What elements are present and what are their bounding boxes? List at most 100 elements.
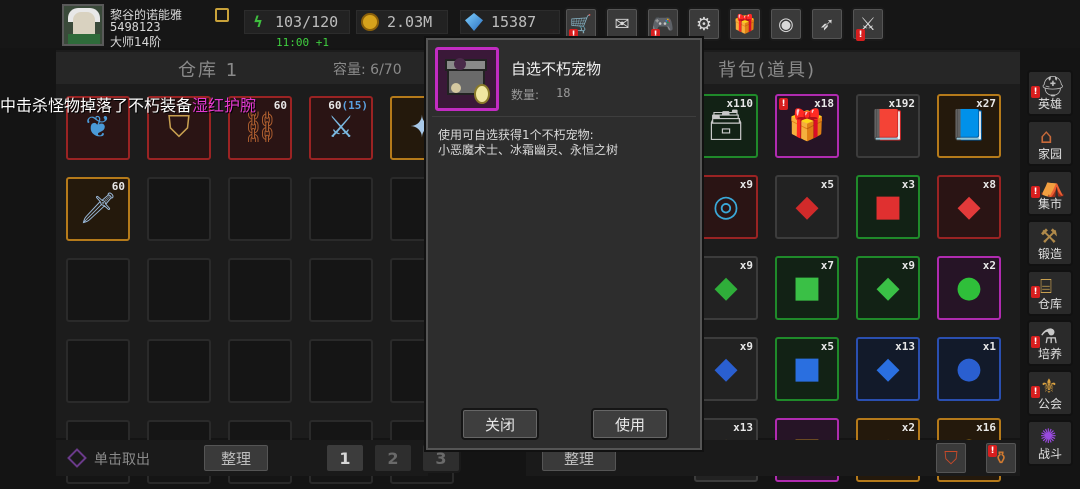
mail-button[interactable]: ✉ (605, 7, 639, 41)
alert-badge: ! (779, 98, 788, 110)
warehouse-slot-empty[interactable] (147, 177, 211, 241)
green-gem-icon: ◆ (714, 270, 738, 305)
item-count: x9 (901, 259, 915, 272)
warehouse-slot-empty[interactable] (147, 258, 211, 322)
warehouse-slot-empty[interactable] (66, 339, 130, 403)
bag-slot-item[interactable]: ◆ x9 (856, 256, 920, 320)
feather-icon: ➶ (819, 13, 835, 35)
gear-icon: ⚙ (695, 13, 713, 35)
close-button[interactable]: 关闭 (461, 408, 539, 440)
bag-slot-item[interactable]: ◆ x5 (775, 175, 839, 239)
alert-badge: ! (1031, 336, 1040, 348)
side-nav-portal[interactable]: ✺ 战斗 (1027, 420, 1073, 466)
pet-box-icon (435, 47, 499, 111)
feather-button[interactable]: ➶ (810, 7, 844, 41)
alert-badge: ! (1031, 186, 1040, 198)
anvil-icon: ⚒ (1040, 224, 1058, 248)
item-count: x13 (895, 340, 915, 353)
bag-slot-item[interactable]: ◆ x9 (694, 337, 758, 401)
quick-slot-button[interactable]: ⚱! (984, 441, 1018, 475)
warehouse-slot-empty[interactable] (228, 258, 292, 322)
item-count: x7 (820, 259, 834, 272)
bag-slot-item[interactable]: ◆ x9 (694, 256, 758, 320)
blue-gem-icon: ◆ (714, 351, 738, 386)
bag-slot-item[interactable]: ■ x7 (775, 256, 839, 320)
edit-name-icon[interactable] (215, 8, 229, 22)
side-nav-training[interactable]: ⚗ 培养! (1027, 320, 1073, 366)
tome-icon: 📘 (950, 108, 988, 143)
page-button-2[interactable]: 2 (373, 443, 413, 473)
green-orb-icon: ● (955, 270, 983, 305)
item-count: x16 (976, 421, 996, 434)
player-avatar[interactable] (62, 4, 104, 46)
bag-slot-item[interactable]: ◎ x9 (694, 175, 758, 239)
side-nav-warehouse[interactable]: ⌸ 仓库! (1027, 270, 1073, 316)
market-icon: ⛺ (1040, 174, 1065, 198)
portal-icon: ✺ (1040, 424, 1057, 448)
red-diamond-icon: ◆ (957, 189, 981, 224)
mail-icon: ✉ (614, 13, 630, 35)
side-nav-helmet[interactable]: ⛑ 英雄! (1027, 70, 1073, 116)
gem-icon (465, 13, 483, 31)
blue-cube-icon: ■ (792, 351, 822, 386)
item-count: x192 (888, 97, 916, 110)
side-nav-anvil[interactable]: ⚒ 锻造 (1027, 220, 1073, 266)
modal-divider (432, 116, 696, 117)
quick-slot-button[interactable]: ⛉ (934, 441, 968, 475)
bag-title: 背包(道具) (718, 60, 817, 81)
warehouse-slot-empty[interactable] (147, 339, 211, 403)
red-gem-icon: ◆ (795, 189, 819, 224)
swords-button[interactable]: ⚔! (851, 7, 885, 41)
shop-button[interactable]: 🛒! (564, 7, 598, 41)
warehouse-slot-empty[interactable] (228, 177, 292, 241)
gift-icon: 🎁 (733, 13, 757, 35)
gift-button[interactable]: 🎁 (728, 7, 762, 41)
bag-slot-item[interactable]: ■ x3 (856, 175, 920, 239)
notice-text: 中击杀怪物掉落了不朽装备 (0, 96, 193, 115)
warehouse-slot-item[interactable]: ⚔ 60(15) (309, 96, 373, 160)
side-nav-label: 家园 (1037, 147, 1062, 161)
energy-value: 103/120 (275, 13, 339, 31)
item-count: x110 (726, 97, 754, 110)
bag-slot-item[interactable]: ◆ x8 (937, 175, 1001, 239)
bag-slot-item[interactable]: ● x1 (937, 337, 1001, 401)
warehouse-sort-button[interactable]: 整理 (202, 443, 270, 473)
alert-badge: ! (988, 445, 997, 457)
page-button-1[interactable]: 1 (325, 443, 365, 473)
wheel-button[interactable]: ◉ (769, 7, 803, 41)
bag-slot-item[interactable]: 📘 x27 (937, 94, 1001, 158)
wing-icon: ❦ (85, 110, 111, 145)
gamepad-button[interactable]: 🎮! (646, 7, 680, 41)
bag-slot-item[interactable]: 🎁 x18! (775, 94, 839, 158)
modal-description: 使用可自选获得1个不朽宠物: 小恶魔术士、冰霜幽灵、永恒之树 (438, 128, 693, 158)
notice-item-name[interactable]: 湿红护腕 (192, 96, 256, 115)
alert-badge: ! (1031, 386, 1040, 398)
warehouse-slot-empty[interactable] (309, 177, 373, 241)
book-icon: 📕 (869, 108, 907, 143)
wheel-icon: ◉ (778, 13, 794, 35)
warehouse-slot-empty[interactable] (228, 339, 292, 403)
bag-slot-item[interactable]: ● x2 (937, 256, 1001, 320)
green-diamond-icon: ◆ (876, 270, 900, 305)
item-count: 60 (111, 180, 125, 193)
bag-slot-item[interactable]: 🗃 x110 (694, 94, 758, 158)
item-count: x2 (901, 421, 915, 434)
side-nav-market[interactable]: ⛺ 集市! (1027, 170, 1073, 216)
bag-slot-item[interactable]: ■ x5 (775, 337, 839, 401)
warehouse-slot-item[interactable]: 🗡 60 (66, 177, 130, 241)
warehouse-slot-empty[interactable] (66, 258, 130, 322)
side-nav-label: 锻造 (1037, 247, 1062, 261)
bag-slot-item[interactable]: ◆x13 (856, 337, 920, 401)
settings-button[interactable]: ⚙ (687, 7, 721, 41)
use-button[interactable]: 使用 (591, 408, 669, 440)
item-count: x18 (814, 97, 834, 110)
warehouse-slot-empty[interactable] (309, 258, 373, 322)
unclick-label[interactable]: 单击取出 (94, 449, 150, 469)
modal-quantity-value: 18 (556, 86, 571, 100)
warehouse-slot-empty[interactable] (309, 339, 373, 403)
side-nav-house[interactable]: ⌂ 家园 (1027, 120, 1073, 166)
gold-value: 2.03M (387, 13, 433, 31)
side-nav-guild[interactable]: ⚜ 公会! (1027, 370, 1073, 416)
bag-slot-item[interactable]: 📕 x192 (856, 94, 920, 158)
item-count: x1 (982, 340, 996, 353)
